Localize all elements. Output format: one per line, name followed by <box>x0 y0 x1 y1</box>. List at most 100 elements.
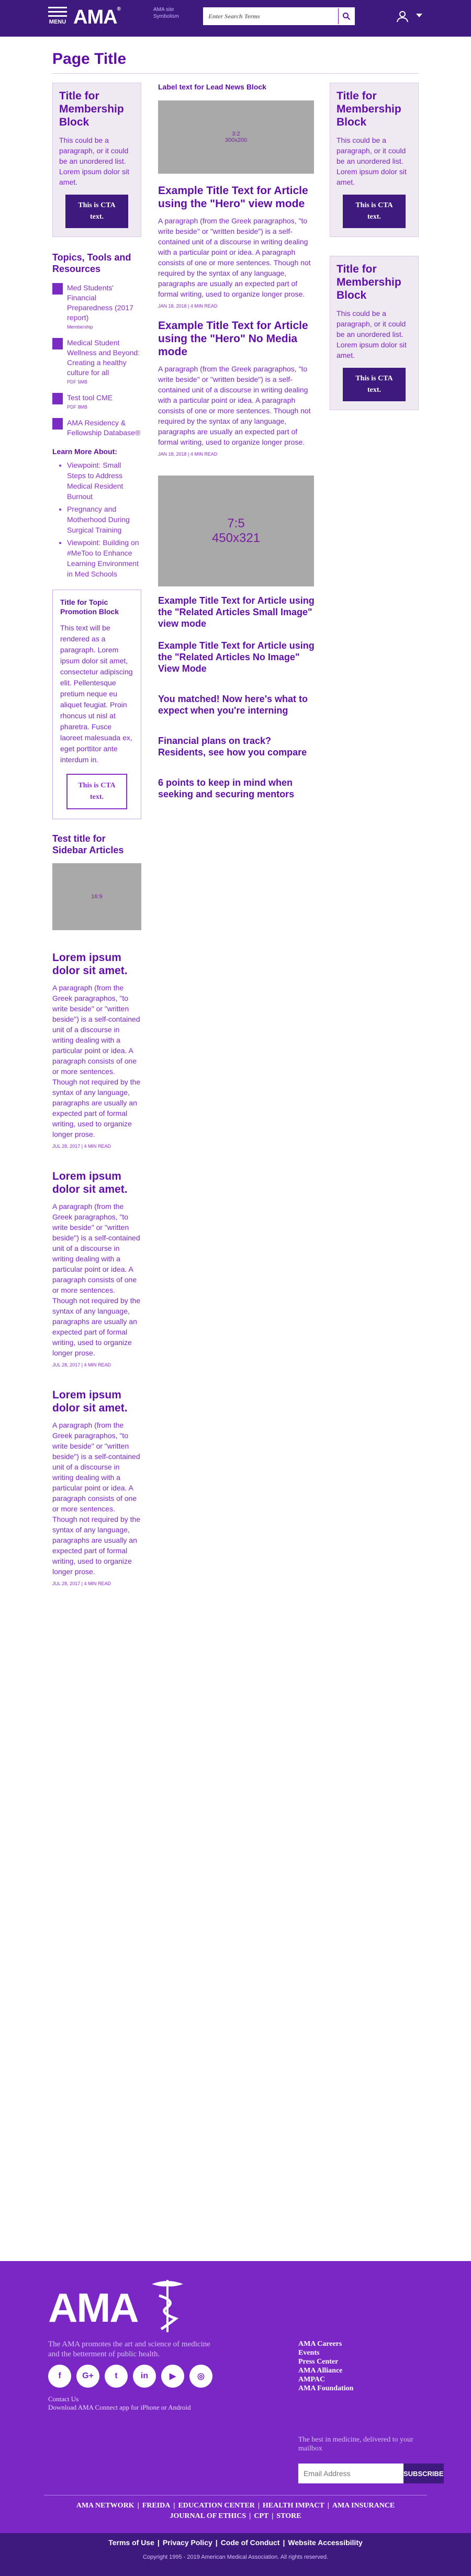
related-article: Financial plans on track? Residents, see… <box>158 735 315 758</box>
footer-link[interactable]: AMA Alliance <box>298 2366 353 2375</box>
hero-image[interactable]: 3:2 300x200 <box>158 100 314 174</box>
database-icon <box>52 418 63 430</box>
footer-logo[interactable]: AMA <box>48 2284 139 2332</box>
tool-title: Test tool CME <box>67 393 113 402</box>
user-account-button[interactable] <box>396 9 409 26</box>
facebook-icon[interactable]: f <box>48 2365 71 2388</box>
network-link[interactable]: EDUCATION CENTER <box>178 2502 254 2510</box>
learn-more-link[interactable]: Pregnancy and Motherhood During Surgical… <box>67 504 141 535</box>
hero-no-media-article: Example Title Text for Article using the… <box>158 319 315 457</box>
center-column: Label text for Lead News Block 3:2 300x20… <box>158 83 315 800</box>
network-link[interactable]: STORE <box>276 2512 301 2520</box>
network-link[interactable]: FREIDA <box>142 2502 171 2510</box>
menu-button[interactable]: MENU <box>47 4 68 25</box>
contact-us-link[interactable]: Contact Us <box>48 2395 191 2403</box>
network-link[interactable]: JOURNAL OF ETHICS <box>170 2512 246 2520</box>
twitter-icon[interactable]: t <box>105 2365 128 2388</box>
membership-block-title: Title for Membership Block <box>337 263 401 301</box>
membership-text[interactable]: AMA site Symbolism <box>153 6 200 20</box>
hero-article-title[interactable]: Example Title Text for Article using the… <box>158 184 315 210</box>
related-article-image[interactable]: 7:5 450x321 <box>158 476 314 586</box>
tool-meta: PDF 5MB <box>67 379 88 385</box>
network-link[interactable]: AMA NETWORK <box>76 2502 134 2510</box>
pdf-icon <box>52 338 63 349</box>
user-icon <box>397 11 408 22</box>
legal-link[interactable]: Code of Conduct <box>221 2538 280 2547</box>
hero-article: Example Title Text for Article using the… <box>158 184 315 309</box>
footer-link[interactable]: AMA Foundation <box>298 2384 353 2393</box>
network-link[interactable]: AMA INSURANCE <box>332 2502 395 2510</box>
instagram-icon[interactable]: ◎ <box>189 2365 212 2388</box>
search-box <box>203 7 355 25</box>
tool-item[interactable]: Test tool CME PDF 8MB <box>52 393 141 410</box>
search-input[interactable] <box>204 8 337 24</box>
topic-promotion-text: This text will be rendered as a paragrap… <box>60 624 133 764</box>
footer-link[interactable]: Press Center <box>298 2357 353 2366</box>
subscribe-button[interactable]: SUBSCRIBE <box>403 2464 444 2483</box>
learn-more-list: Viewpoint: Small Steps to Address Medica… <box>67 460 141 579</box>
sidebar-article: Lorem ipsum dolor sit amet. A paragraph … <box>52 1388 141 1586</box>
membership-block-text: This could be a paragraph, or it could b… <box>337 309 407 359</box>
menu-label: MENU <box>49 19 66 25</box>
sidebar-article-text: A paragraph (from the Greek paragraphos,… <box>52 1202 141 1357</box>
related-article-title[interactable]: 6 points to keep in mind when seeking an… <box>158 777 315 800</box>
footer-link[interactable]: AMA Careers <box>298 2340 353 2348</box>
sidebar-article: Lorem ipsum dolor sit amet. A paragraph … <box>52 1170 141 1368</box>
sidebar-article-text: A paragraph (from the Greek paragraphos,… <box>52 1421 141 1576</box>
youtube-icon[interactable]: ▶ <box>161 2365 184 2388</box>
ama-logo[interactable]: AMA® <box>73 6 121 29</box>
footer-contact: Contact Us Download AMA Connect app for … <box>48 2395 191 2412</box>
legal-link[interactable]: Website Accessibility <box>288 2538 362 2547</box>
cta-button[interactable]: This is CTA text. <box>66 774 127 809</box>
caduceus-icon <box>152 2280 183 2332</box>
cta-button[interactable]: This is CTA text. <box>343 368 406 401</box>
lead-news-label: Label text for Lead News Block <box>158 83 266 91</box>
sidebar-articles-title: Test title for Sidebar Articles <box>52 833 124 855</box>
sidebar-article-title[interactable]: Lorem ipsum dolor sit amet. <box>52 951 141 977</box>
hero-no-media-title[interactable]: Example Title Text for Article using the… <box>158 319 315 358</box>
related-article-title[interactable]: You matched! Now here's what to expect w… <box>158 693 315 716</box>
image-size-label: 450x321 <box>211 531 261 545</box>
tools-block: Topics, Tools and Resources Med Students… <box>52 252 141 438</box>
tool-item[interactable]: AMA Residency & Fellowship Database® <box>52 418 141 438</box>
logo-text: AMA <box>73 6 118 28</box>
sidebar-article-image[interactable]: 16:9 <box>52 863 141 930</box>
sidebar-articles: Test title for Sidebar Articles 16:9 Lor… <box>52 833 141 1586</box>
tool-item[interactable]: Medical Student Wellness and Beyond: Cre… <box>52 338 141 385</box>
tool-title: AMA Residency & Fellowship Database® <box>67 419 141 437</box>
search-button[interactable] <box>338 8 354 24</box>
related-article-title[interactable]: Example Title Text for Article using the… <box>158 595 315 629</box>
footer-link[interactable]: AMPAC <box>298 2375 353 2384</box>
copyright: Copyright 1995 - 2019 American Medical A… <box>142 2554 328 2560</box>
chevron-down-icon[interactable] <box>416 14 422 17</box>
cta-button[interactable]: This is CTA text. <box>343 195 406 228</box>
learn-more-link[interactable]: Viewpoint: Small Steps to Address Medica… <box>67 460 141 502</box>
download-app-link[interactable]: Download AMA Connect app for iPhone or A… <box>48 2403 191 2412</box>
google-plus-icon[interactable]: G+ <box>76 2365 99 2388</box>
footer-link[interactable]: Events <box>298 2348 353 2357</box>
sidebar-article-title[interactable]: Lorem ipsum dolor sit amet. <box>52 1388 141 1415</box>
logo-mark: ® <box>117 6 121 12</box>
tool-item[interactable]: Med Students' Financial Preparedness (20… <box>52 283 141 330</box>
hero-article-text: A paragraph (from the Greek paragraphos,… <box>158 217 311 298</box>
legal-link[interactable]: Terms of Use <box>108 2538 154 2547</box>
related-article-title[interactable]: Example Title Text for Article using the… <box>158 640 315 674</box>
learn-more-link[interactable]: Viewpoint: Building on #MeToo to Enhance… <box>67 537 141 579</box>
sidebar-article-title[interactable]: Lorem ipsum dolor sit amet. <box>52 1170 141 1196</box>
cta-button[interactable]: This is CTA text. <box>65 195 128 228</box>
network-link[interactable]: HEALTH IMPACT <box>263 2502 324 2510</box>
network-link[interactable]: CPT <box>254 2512 268 2520</box>
membership-block-title: Title for Membership Block <box>337 90 401 128</box>
legal-link[interactable]: Privacy Policy <box>163 2538 212 2547</box>
network-links: AMA NETWORK | FREIDA | EDUCATION CENTER | HEAL… <box>76 2502 395 2520</box>
image-ratio-label: 16:9 <box>91 894 103 900</box>
tool-meta: Membership <box>67 324 93 330</box>
tool-meta: PDF 8MB <box>67 404 88 410</box>
image-ratio-label: 3:2 <box>232 131 240 137</box>
email-field[interactable] <box>298 2464 403 2483</box>
linkedin-icon[interactable]: in <box>133 2365 156 2388</box>
image-ratio-label: 7:5 <box>227 516 245 530</box>
related-article-title[interactable]: Financial plans on track? Residents, see… <box>158 735 315 758</box>
search-icon <box>342 13 350 20</box>
sidebar-article-date: JUL 28, 2017 | 4 MIN READ <box>52 1144 111 1149</box>
